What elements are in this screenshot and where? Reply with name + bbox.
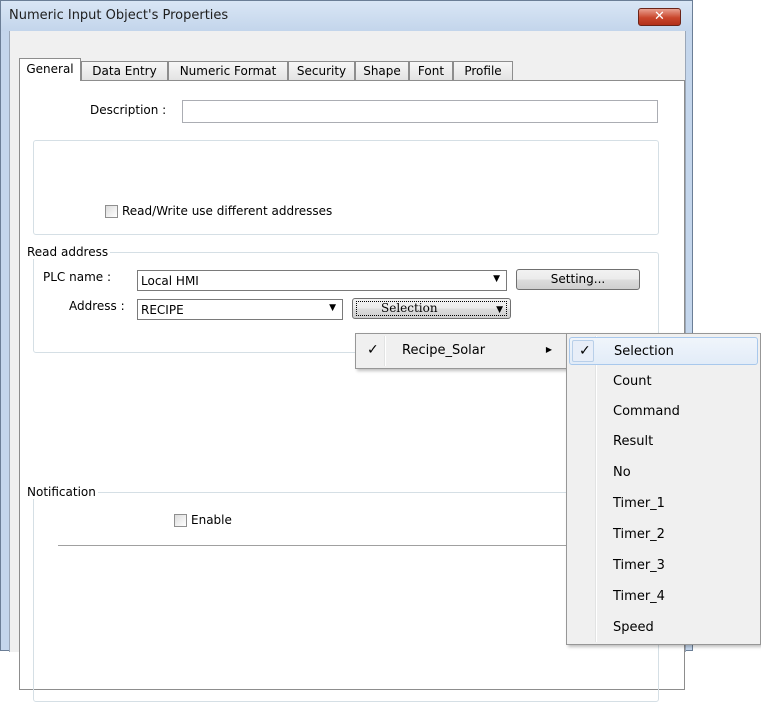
menu-item-label: Command bbox=[613, 404, 680, 419]
check-icon: ✓ bbox=[579, 343, 591, 359]
close-icon: ✕ bbox=[654, 9, 665, 24]
menu-item-label: Speed bbox=[613, 620, 654, 635]
selection-focus-frame: Selection bbox=[356, 301, 507, 316]
check-icon: ✓ bbox=[367, 342, 379, 358]
chevron-down-icon: ▼ bbox=[329, 303, 336, 313]
plc-name-dropdown[interactable]: Local HMI ▼ bbox=[137, 270, 507, 291]
recipe-menu: ✓ Recipe_Solar ▶ bbox=[355, 333, 567, 369]
selection-button[interactable]: Selection ▼ bbox=[352, 298, 511, 319]
enable-label: Enable bbox=[191, 513, 232, 527]
menu-item-timer-1[interactable]: Timer_1 bbox=[569, 490, 758, 518]
menu-item-result[interactable]: Result bbox=[569, 428, 758, 456]
field-menu: ✓ Selection Count Command Result No Time… bbox=[566, 333, 761, 645]
menu-item-label: Count bbox=[613, 374, 652, 389]
menu-item-label: Timer_2 bbox=[613, 527, 665, 542]
menu-item-no[interactable]: No bbox=[569, 459, 758, 487]
menu-item-label: Timer_4 bbox=[613, 589, 665, 604]
address-dropdown[interactable]: RECIPE ▼ bbox=[137, 299, 343, 320]
menu-item-recipe-solar[interactable]: ✓ Recipe_Solar ▶ bbox=[358, 337, 564, 365]
menu-item-selection[interactable]: ✓ Selection bbox=[569, 337, 758, 365]
read-address-title: Read address bbox=[25, 245, 111, 259]
plc-name-label: PLC name : bbox=[43, 270, 112, 284]
menu-item-label: Selection bbox=[614, 344, 674, 359]
menu-item-timer-2[interactable]: Timer_2 bbox=[569, 521, 758, 549]
menu-item-command[interactable]: Command bbox=[569, 398, 758, 426]
menu-item-label: Timer_1 bbox=[613, 496, 665, 511]
description-input[interactable] bbox=[182, 100, 658, 123]
title-bar[interactable]: Numeric Input Object's Properties ✕ bbox=[1, 1, 692, 31]
address-label: Address : bbox=[69, 299, 125, 313]
tab-profile[interactable]: Profile bbox=[453, 61, 513, 80]
selection-label: Selection bbox=[381, 301, 438, 315]
tab-data-entry[interactable]: Data Entry bbox=[81, 61, 168, 80]
description-label: Description : bbox=[90, 103, 167, 117]
rw-different-checkbox[interactable] bbox=[105, 205, 118, 218]
menu-item-label: Timer_3 bbox=[613, 558, 665, 573]
address-value: RECIPE bbox=[141, 303, 184, 317]
menu-item-speed[interactable]: Speed bbox=[569, 614, 758, 642]
submenu-arrow-icon: ▶ bbox=[545, 345, 552, 354]
menu-item-label: Result bbox=[613, 434, 654, 449]
menu-item-timer-3[interactable]: Timer_3 bbox=[569, 552, 758, 580]
close-button[interactable]: ✕ bbox=[638, 8, 681, 26]
chevron-down-icon: ▼ bbox=[496, 305, 503, 315]
enable-checkbox[interactable] bbox=[174, 514, 187, 527]
address-options-box: Read/Write use different addresses bbox=[33, 140, 659, 235]
notification-title: Notification bbox=[25, 485, 98, 499]
menu-item-count[interactable]: Count bbox=[569, 368, 758, 396]
menu-item-timer-4[interactable]: Timer_4 bbox=[569, 583, 758, 611]
tab-font[interactable]: Font bbox=[409, 61, 453, 80]
plc-name-value: Local HMI bbox=[141, 274, 199, 288]
tab-security[interactable]: Security bbox=[288, 61, 355, 80]
setting-button[interactable]: Setting... bbox=[516, 269, 640, 290]
tab-numeric-format[interactable]: Numeric Format bbox=[168, 61, 288, 80]
tab-general[interactable]: General bbox=[19, 58, 81, 81]
rw-different-label: Read/Write use different addresses bbox=[122, 204, 333, 218]
menu-item-label: No bbox=[613, 465, 631, 480]
chevron-down-icon: ▼ bbox=[493, 274, 500, 284]
tab-shape[interactable]: Shape bbox=[355, 61, 409, 80]
window-title: Numeric Input Object's Properties bbox=[9, 8, 229, 23]
menu-item-label: Recipe_Solar bbox=[402, 343, 486, 358]
